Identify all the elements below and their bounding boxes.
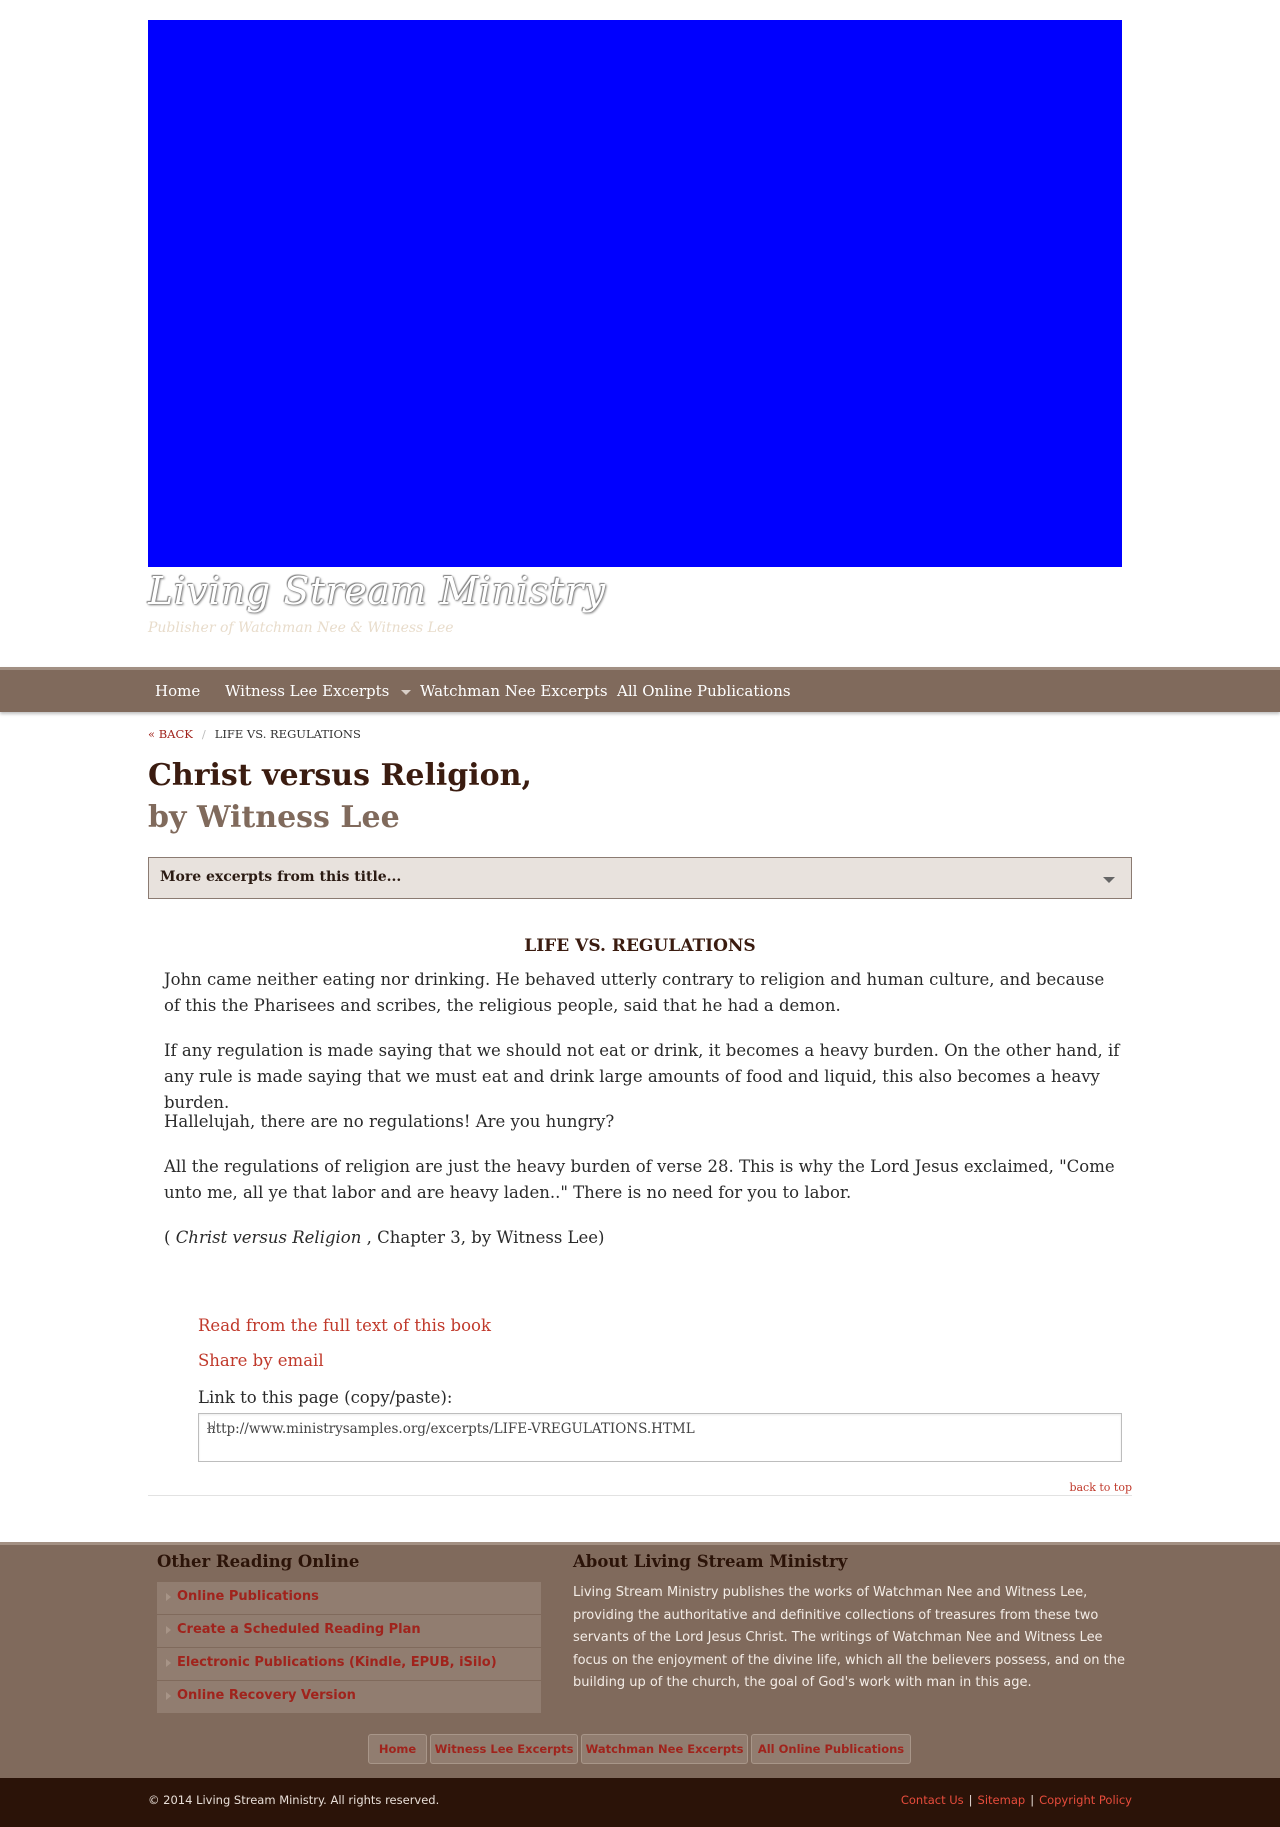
- nav-item-watchman-nee-excerpts[interactable]: Watchman Nee Excerpts: [420, 682, 608, 700]
- nav-item-witness-lee-excerpts[interactable]: Witness Lee Excerpts: [225, 682, 412, 700]
- more-excerpts-dropdown[interactable]: More excerpts from this title...: [148, 857, 1132, 899]
- nav-item-label: Witness Lee Excerpts: [225, 682, 390, 700]
- bullet-arrow-icon: [166, 1626, 171, 1634]
- about-text: Living Stream Ministry publishes the wor…: [573, 1585, 1125, 1690]
- other-reading-heading: Other Reading Online: [157, 1552, 360, 1571]
- back-to-top-link[interactable]: back to top: [1069, 1481, 1132, 1494]
- citation-book-title: Christ versus Religion: [175, 1228, 362, 1247]
- breadcrumb-current: LIFE VS. REGULATIONS: [214, 727, 361, 741]
- page-link-textarea[interactable]: http://www.ministrysamples.org/excerpts/…: [198, 1413, 1122, 1462]
- contact-us-link[interactable]: Contact Us: [901, 1793, 964, 1807]
- link-separator: |: [1030, 1793, 1035, 1807]
- breadcrumb-back-link[interactable]: « BACK: [148, 727, 193, 741]
- other-reading-list: Online Publications Create a Scheduled R…: [157, 1582, 541, 1714]
- breadcrumb-separator: /: [201, 727, 206, 741]
- content-divider: [148, 1495, 1132, 1496]
- site-title[interactable]: Living Stream Ministry: [148, 569, 606, 613]
- citation-rest: , Chapter 3, by Witness Lee): [361, 1228, 605, 1247]
- list-item-link[interactable]: Electronic Publications (Kindle, EPUB, i…: [177, 1655, 497, 1670]
- bullet-arrow-icon: [166, 1593, 171, 1601]
- main-nav: Home Witness Lee Excerpts Watchman Nee E…: [0, 667, 1280, 712]
- book-author: by Witness Lee: [148, 800, 400, 835]
- bullet-arrow-icon: [166, 1692, 171, 1700]
- bullet-arrow-icon: [166, 1659, 171, 1667]
- list-item[interactable]: Electronic Publications (Kindle, EPUB, i…: [157, 1648, 541, 1680]
- book-title: Christ versus Religion,: [148, 758, 532, 793]
- site-tagline: Publisher of Watchman Nee & Witness Lee: [148, 620, 454, 636]
- excerpt-heading: LIFE VS. REGULATIONS: [524, 936, 756, 956]
- header-banner-image: [148, 20, 1122, 567]
- footer-nav-witness-lee-excerpts[interactable]: Witness Lee Excerpts: [430, 1734, 578, 1764]
- copyright-text: © 2014 Living Stream Ministry. All right…: [148, 1793, 440, 1807]
- footer-nav-watchman-nee-excerpts[interactable]: Watchman Nee Excerpts: [581, 1734, 748, 1764]
- read-full-text-link[interactable]: Read from the full text of this book: [198, 1316, 491, 1335]
- footer-nav-home[interactable]: Home: [368, 1734, 427, 1764]
- nav-item-all-online-publications[interactable]: All Online Publications: [617, 682, 791, 700]
- caret-down-icon: [401, 689, 412, 695]
- breadcrumb: « BACK / LIFE VS. REGULATIONS: [148, 727, 361, 741]
- resize-grip-icon[interactable]: [207, 1421, 215, 1429]
- copyright-policy-link[interactable]: Copyright Policy: [1039, 1793, 1132, 1807]
- list-item[interactable]: Create a Scheduled Reading Plan: [157, 1615, 541, 1647]
- dropdown-label: More excerpts from this title...: [160, 869, 402, 885]
- share-by-email-link[interactable]: Share by email: [198, 1351, 324, 1370]
- caret-down-icon: [1103, 877, 1115, 883]
- list-item-link[interactable]: Online Publications: [177, 1589, 319, 1604]
- excerpt-paragraph: All the regulations of religion are just…: [164, 1157, 1115, 1202]
- excerpt-paragraph: John came neither eating nor drinking. H…: [164, 970, 1105, 1015]
- citation-open: (: [164, 1228, 176, 1247]
- list-item-link[interactable]: Create a Scheduled Reading Plan: [177, 1622, 421, 1637]
- page-link-label: Link to this page (copy/paste):: [198, 1388, 453, 1407]
- footer-nav-all-online-publications[interactable]: All Online Publications: [751, 1734, 911, 1764]
- list-item[interactable]: Online Recovery Version: [157, 1681, 541, 1713]
- bottom-links: Contact Us | Sitemap | Copyright Policy: [901, 1793, 1132, 1807]
- list-item[interactable]: Online Publications: [157, 1582, 541, 1614]
- link-separator: |: [968, 1793, 973, 1807]
- list-item-link[interactable]: Online Recovery Version: [177, 1688, 356, 1703]
- about-heading: About Living Stream Ministry: [573, 1552, 848, 1571]
- nav-item-home[interactable]: Home: [155, 682, 200, 700]
- excerpt-paragraph: Hallelujah, there are no regulations! Ar…: [164, 1112, 615, 1131]
- page-link-value: http://www.ministrysamples.org/excerpts/…: [207, 1421, 695, 1437]
- excerpt-paragraph: If any regulation is made saying that we…: [164, 1041, 1120, 1112]
- excerpt-citation: ( Christ versus Religion , Chapter 3, by…: [164, 1225, 1124, 1251]
- sitemap-link[interactable]: Sitemap: [978, 1793, 1026, 1807]
